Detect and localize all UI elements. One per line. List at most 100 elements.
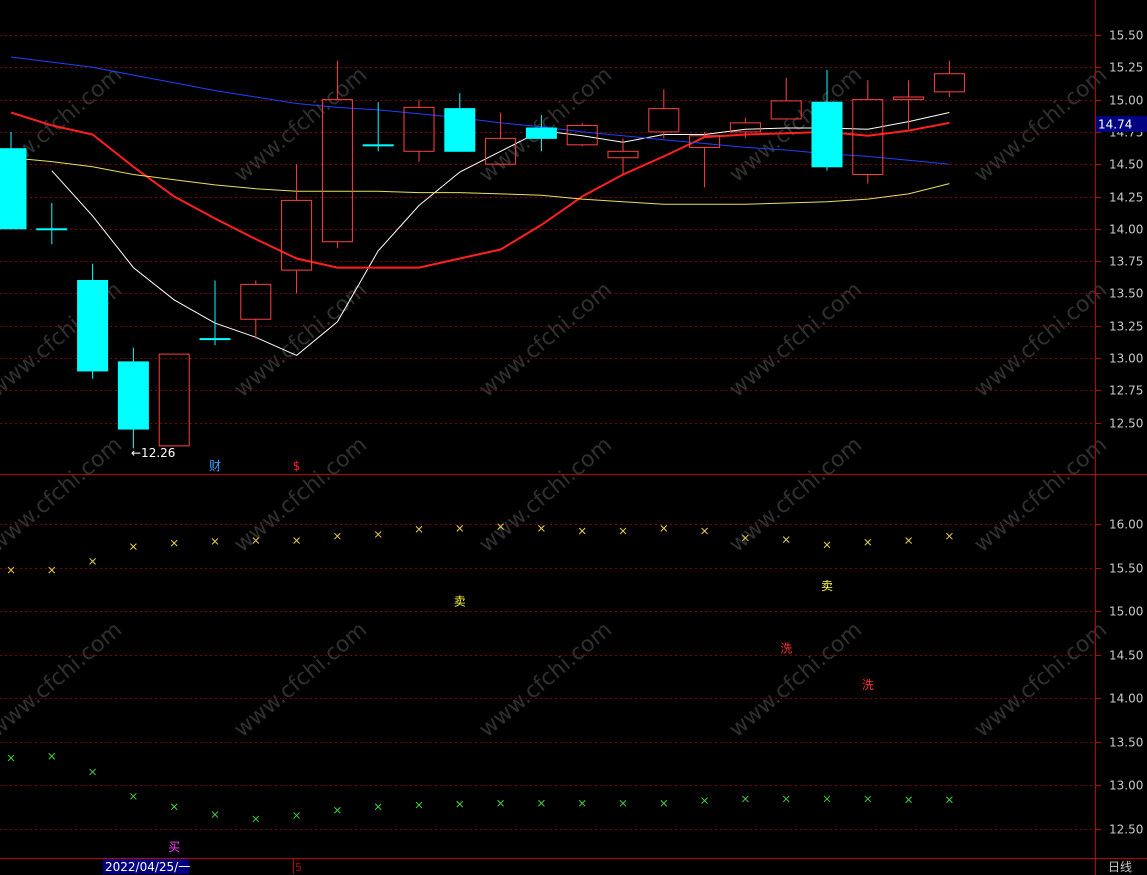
- indicator-point: [456, 524, 464, 532]
- indicator-point: [538, 524, 545, 532]
- indicator-point: [864, 538, 872, 546]
- indicator-tick-label: 13.00: [1109, 779, 1143, 793]
- watermark-text: www.cfchi.com: [725, 277, 867, 402]
- indicator-point: [211, 538, 219, 545]
- watermark-text: www.cfchi.com: [0, 617, 127, 742]
- indicator-point: [538, 799, 545, 807]
- indicator-point: [7, 754, 15, 762]
- indicator-point: [374, 803, 382, 811]
- moving-average-line: [10, 111, 950, 269]
- candle-body: [117, 361, 149, 430]
- event-marker[interactable]: $: [293, 459, 301, 473]
- candle-body: [36, 228, 68, 231]
- indicator-tick-label: 16.00: [1109, 518, 1143, 532]
- watermark-text: www.cfchi.com: [475, 617, 617, 742]
- price-tick-label: 15.50: [1109, 29, 1143, 43]
- indicator-axis: 16.00 15.50 15.00 14.50 14.00 13.50 13.00 12.50: [1095, 518, 1143, 837]
- candle-body: [77, 279, 109, 372]
- price-tick-label: 15.00: [1109, 94, 1143, 108]
- indicator-point: [742, 795, 749, 803]
- candle[interactable]: [852, 80, 884, 184]
- indicator-point: [293, 812, 300, 819]
- indicator-point: [170, 803, 178, 811]
- indicator-point: [415, 801, 423, 809]
- candle[interactable]: [36, 202, 68, 245]
- indicator-tick-label: 12.50: [1109, 823, 1143, 837]
- watermark-text: www.cfchi.com: [970, 277, 1112, 402]
- stock-chart[interactable]: www.cfchi.com www.cfchi.com www.cfchi.com w…: [0, 0, 1147, 875]
- watermark-text: www.cfchi.com: [970, 617, 1112, 742]
- candle[interactable]: [648, 89, 680, 139]
- indicator-point: [823, 795, 831, 803]
- candle-body: [321, 99, 353, 243]
- watermark-text: www.cfchi.com: [0, 432, 127, 557]
- indicator-tick-label: 15.50: [1109, 562, 1143, 576]
- event-marker[interactable]: 财: [209, 459, 221, 473]
- indicator-point: [701, 797, 708, 805]
- indicator-point: [334, 532, 341, 540]
- candle-body: [648, 108, 680, 133]
- indicator-point: [130, 792, 137, 800]
- indicator-point: [48, 752, 56, 760]
- indicator-point: [619, 799, 627, 807]
- indicator-point: [782, 795, 790, 803]
- current-price-label: 14.74: [1098, 118, 1132, 132]
- period-marker-label: 5: [295, 861, 302, 874]
- indicator-point: [211, 811, 219, 818]
- signal-label: 卖: [821, 579, 833, 593]
- indicator-point: [578, 799, 586, 807]
- candle-body: [281, 199, 313, 271]
- watermark-text: www.cfchi.com: [475, 277, 617, 402]
- indicator-tick-label: 13.50: [1109, 736, 1143, 750]
- indicator-tick-label: 15.00: [1109, 605, 1143, 619]
- candle-body: [811, 101, 843, 168]
- watermark-text: www.cfchi.com: [475, 432, 617, 557]
- indicator-point: [334, 806, 341, 814]
- indicator-point: [170, 539, 178, 547]
- price-tick-label: 14.00: [1109, 223, 1143, 237]
- candle-body: [893, 96, 925, 101]
- indicator-point: [456, 800, 464, 808]
- candle-body: [158, 353, 190, 447]
- price-tick-label: 14.25: [1109, 191, 1143, 205]
- price-tick-label: 13.75: [1109, 255, 1143, 269]
- price-tick-label: 13.50: [1109, 287, 1143, 301]
- indicator-point: [660, 799, 668, 807]
- period-label[interactable]: 日线: [1108, 860, 1132, 874]
- candle-body: [0, 148, 27, 230]
- candle-body: [852, 99, 884, 176]
- indicator-point: [619, 527, 627, 535]
- indicator-point: [946, 532, 953, 540]
- candle[interactable]: [281, 164, 313, 294]
- candle-body: [240, 283, 272, 320]
- min-price-label: ←12.26: [131, 446, 175, 460]
- candle[interactable]: [117, 347, 149, 449]
- watermark-text: www.cfchi.com: [970, 432, 1112, 557]
- price-tick-label: 14.50: [1109, 158, 1143, 172]
- candle[interactable]: [158, 353, 190, 447]
- candle-body: [362, 144, 394, 147]
- indicator-point: [578, 527, 586, 535]
- candle-body: [933, 73, 965, 93]
- indicator-point: [252, 815, 260, 823]
- candle[interactable]: [240, 280, 272, 339]
- candle-body: [566, 124, 598, 146]
- signal-label: 洗: [862, 678, 874, 692]
- signal-label: 卖: [454, 594, 466, 608]
- candle-body: [607, 150, 639, 159]
- indicator-point: [415, 525, 423, 533]
- indicator-point: [782, 536, 790, 544]
- price-tick-label: 13.00: [1109, 352, 1143, 366]
- candle[interactable]: [689, 131, 721, 188]
- watermark-text: www.cfchi.com: [230, 617, 372, 742]
- indicator-point: [293, 537, 300, 544]
- candle[interactable]: [199, 280, 231, 346]
- candle[interactable]: [933, 60, 965, 98]
- indicator-point: [946, 796, 953, 804]
- candle-body: [444, 108, 476, 152]
- candle[interactable]: [444, 93, 476, 152]
- candle[interactable]: [403, 99, 435, 162]
- candle[interactable]: [893, 80, 925, 130]
- candle[interactable]: [77, 263, 109, 379]
- indicator-point: [823, 541, 831, 549]
